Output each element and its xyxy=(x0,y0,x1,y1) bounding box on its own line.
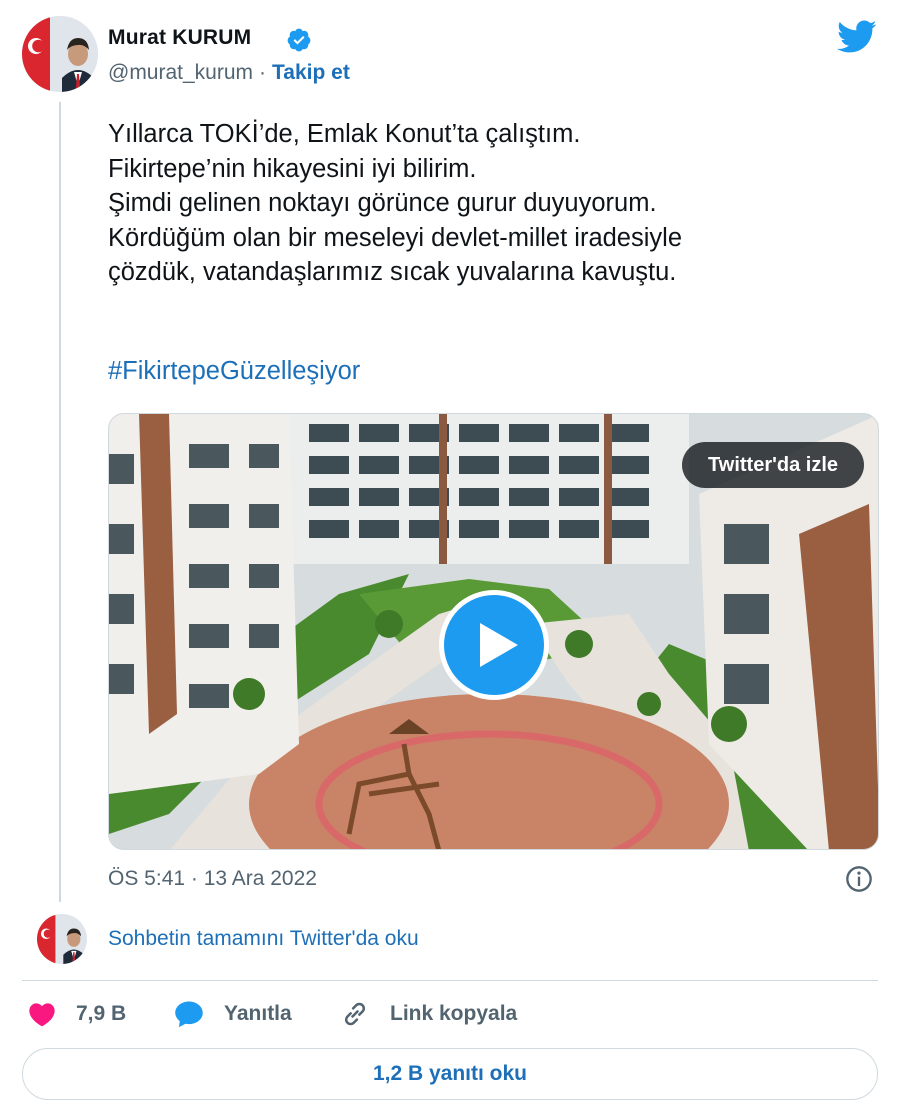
tweet-text-line: Kördüğüm olan bir meseleyi devlet-millet… xyxy=(108,223,682,252)
tweet-timestamp[interactable]: ÖS 5:41 · 13 Ara 2022 xyxy=(108,867,317,891)
like-count: 7,9 B xyxy=(76,1002,127,1025)
link-icon xyxy=(344,1002,366,1026)
verified-icon xyxy=(287,28,311,52)
reply-bubble-icon xyxy=(175,1001,203,1028)
tweet-text-line: Şimdi gelinen noktayı görünce gurur duyu… xyxy=(108,189,657,217)
author-handle[interactable]: @murat_kurum xyxy=(108,61,253,84)
action-bar: 7,9 B Yanıtla Link kopyala xyxy=(0,996,900,1032)
tweet-text-line: Yıllarca TOKİ’de, Emlak Konut’ta çalıştı… xyxy=(108,120,581,148)
tweet-card: Murat KURUM @murat_kurum · Takip et Yıllar… xyxy=(0,0,900,1116)
author-name[interactable]: Murat KURUM xyxy=(108,26,251,50)
hashtag-link[interactable]: #FikirtepeGüzelleşiyor xyxy=(108,357,360,386)
tweet-text-line: Fikirtepe’nin hikayesini iyi bilirim. xyxy=(108,154,477,183)
copy-link-label: Link kopyala xyxy=(390,1002,518,1025)
avatar-small[interactable] xyxy=(37,914,87,964)
heart-icon xyxy=(29,1003,55,1027)
reply-label: Yanıtla xyxy=(224,1002,292,1025)
play-icon xyxy=(480,623,518,667)
watch-on-twitter-badge[interactable]: Twitter'da izle xyxy=(682,442,864,488)
reply-button[interactable]: Yanıtla xyxy=(174,996,292,1032)
copy-link-button[interactable]: Link kopyala xyxy=(340,996,517,1032)
avatar[interactable] xyxy=(22,16,98,92)
separator-dot: · xyxy=(259,61,267,84)
divider xyxy=(22,980,878,981)
thread-line xyxy=(59,102,61,902)
handle-line: @murat_kurum · Takip et xyxy=(108,61,350,85)
like-button[interactable]: 7,9 B xyxy=(28,996,126,1032)
read-replies-button[interactable]: 1,2 B yanıtı oku xyxy=(22,1048,878,1100)
info-icon[interactable] xyxy=(845,865,873,893)
read-conversation-link[interactable]: Sohbetin tamamını Twitter'da oku xyxy=(108,927,419,951)
tweet-text: Yıllarca TOKİ’de, Emlak Konut’ta çalıştı… xyxy=(108,117,878,290)
twitter-logo-icon[interactable] xyxy=(837,20,877,54)
tweet-text-line: çözdük, vatandaşlarımız sıcak yuvalarına… xyxy=(108,258,677,286)
follow-link[interactable]: Takip et xyxy=(272,61,350,84)
video-thumbnail[interactable]: Twitter'da izle xyxy=(108,413,879,850)
play-button[interactable] xyxy=(439,590,549,700)
